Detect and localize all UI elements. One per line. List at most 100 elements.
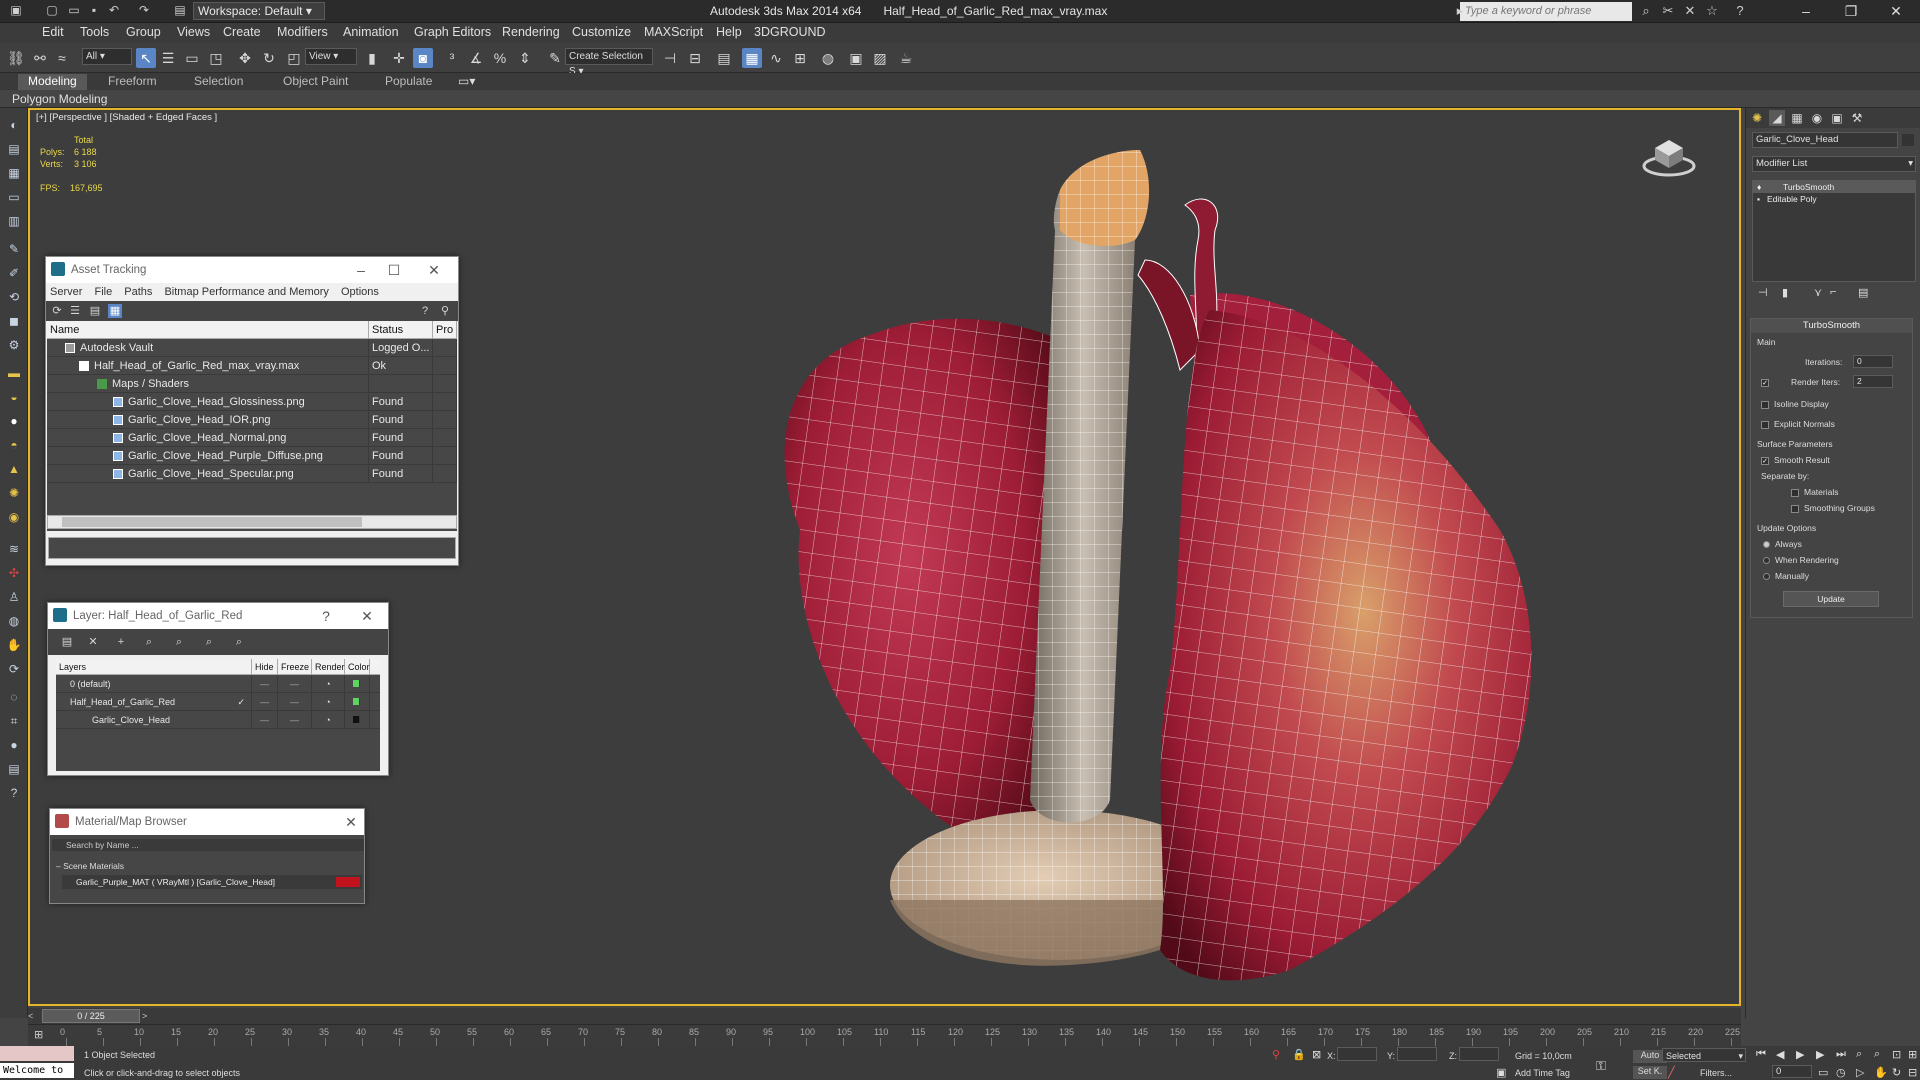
- prev-frame-icon[interactable]: ◀: [1776, 1048, 1784, 1061]
- key-mode-icon[interactable]: ⚿: [1596, 1058, 1606, 1074]
- highlight-layer-icon[interactable]: ⌕: [172, 635, 186, 649]
- hide-toggle[interactable]: —: [252, 675, 278, 692]
- search-arrow-icon[interactable]: ▸: [1452, 3, 1468, 19]
- selection-filter-dropdown[interactable]: All ▾: [82, 48, 132, 65]
- tab-modeling[interactable]: Modeling: [18, 74, 87, 90]
- cone-icon[interactable]: ▲: [5, 460, 23, 478]
- lightbulb-icon[interactable]: ♦: [1757, 181, 1761, 193]
- hide-all-icon[interactable]: ⌕: [202, 635, 216, 649]
- mirror-icon[interactable]: ⊣: [660, 48, 680, 68]
- zoom-icon[interactable]: ⌕: [1856, 1048, 1862, 1061]
- new-file-icon[interactable]: ▢: [44, 3, 60, 18]
- menu-3dground[interactable]: 3DGROUND: [754, 25, 826, 39]
- field-of-view-icon[interactable]: ▷: [1856, 1066, 1864, 1079]
- reference-coordinate-dropdown[interactable]: View ▾: [305, 48, 357, 65]
- table-row[interactable]: Garlic_Clove_Head_Glossiness.png Found: [47, 393, 457, 411]
- scene-materials-group[interactable]: – Scene Materials: [56, 861, 124, 871]
- explicit-normals-checkbox[interactable]: [1761, 420, 1769, 429]
- track-bar[interactable]: ⊞ 0 5 10 15 20 25 30 35 40 45 50 55 60 65 70 75 80 85 90 95…: [28, 1024, 1741, 1046]
- maximize-button[interactable]: ❐: [1835, 0, 1867, 22]
- table-row[interactable]: Autodesk Vault Logged O...: [47, 339, 457, 357]
- wave-icon[interactable]: ≋: [5, 540, 23, 558]
- key-filters-button[interactable]: Filters...: [1700, 1068, 1732, 1078]
- pin-icon[interactable]: ⚲: [438, 304, 452, 318]
- pin-stack-icon[interactable]: ⊣: [1758, 286, 1768, 299]
- freeze-all-icon[interactable]: ⌕: [232, 635, 246, 649]
- layer-color-swatch[interactable]: [345, 711, 370, 728]
- rotate-icon[interactable]: ↻: [259, 48, 279, 68]
- col-name[interactable]: Name: [47, 321, 369, 338]
- select-manipulate-icon[interactable]: ✛: [389, 48, 409, 68]
- redo-icon[interactable]: ↷: [136, 3, 152, 18]
- tab-object-paint[interactable]: Object Paint: [283, 74, 348, 88]
- particle-icon[interactable]: ✣: [5, 564, 23, 582]
- smooth-result-checkbox[interactable]: ✓: [1761, 456, 1769, 465]
- project-folder-icon[interactable]: ▤: [172, 3, 188, 18]
- tab-freeform[interactable]: Freeform: [108, 74, 157, 88]
- table-view-icon[interactable]: ▦: [108, 304, 122, 318]
- globe-icon[interactable]: ◍: [5, 612, 23, 630]
- curve-editor-icon[interactable]: ∿: [766, 48, 786, 68]
- update-when-rendering-option[interactable]: When Rendering: [1763, 555, 1839, 565]
- render-toggle[interactable]: ◔: [312, 711, 345, 728]
- loop-icon[interactable]: ⟳: [5, 660, 23, 678]
- hide-toggle[interactable]: —: [252, 693, 278, 710]
- help-icon[interactable]: ?: [418, 304, 432, 318]
- key-filter-dropdown[interactable]: Selected ▾: [1662, 1048, 1746, 1062]
- render-iters-checkbox[interactable]: ✓: [1761, 378, 1769, 387]
- minimize-button[interactable]: –: [1790, 0, 1822, 22]
- menu-customize[interactable]: Customize: [572, 25, 631, 39]
- hierarchy-tab-icon[interactable]: ▦: [1789, 110, 1805, 126]
- set-key-icon[interactable]: ╱: [1668, 1066, 1675, 1079]
- render-toggle[interactable]: ◔: [312, 675, 345, 692]
- maximize-button[interactable]: ☐: [379, 257, 409, 283]
- menu-modifiers[interactable]: Modifiers: [277, 25, 328, 39]
- show-end-result-icon[interactable]: ▮: [1782, 286, 1788, 299]
- hand-icon[interactable]: ✋: [5, 636, 23, 654]
- help-icon[interactable]: ?: [1732, 3, 1748, 19]
- smooth-result-option[interactable]: ✓ Smooth Result: [1761, 455, 1830, 465]
- time-slider-thumb[interactable]: 0 / 225: [42, 1009, 140, 1023]
- col-status[interactable]: Status: [369, 321, 433, 338]
- create-tab-icon[interactable]: ✺: [1749, 110, 1765, 126]
- subscription-icon[interactable]: ✂: [1660, 3, 1676, 19]
- col-freeze[interactable]: Freeze: [278, 659, 312, 674]
- sphere2-icon[interactable]: ◌: [5, 688, 23, 706]
- isoline-checkbox[interactable]: [1761, 400, 1769, 409]
- col-color[interactable]: Color: [345, 659, 370, 674]
- zoom-all-icon[interactable]: ⌕: [1874, 1048, 1880, 1061]
- torus-icon[interactable]: ◓: [5, 436, 23, 454]
- x-coordinate-field[interactable]: [1337, 1047, 1377, 1061]
- undo-icon[interactable]: ↶: [106, 3, 122, 18]
- update-always-option[interactable]: Always: [1763, 539, 1802, 549]
- percent-snap-icon[interactable]: %: [490, 48, 510, 68]
- layer-color-swatch[interactable]: [345, 693, 370, 710]
- hide-toggle[interactable]: —: [252, 711, 278, 728]
- maxscript-mini-listener[interactable]: [0, 1046, 74, 1061]
- edit-named-selection-icon[interactable]: ✎: [545, 48, 565, 68]
- communication-icon[interactable]: ✕: [1682, 3, 1698, 19]
- ribbon-options-icon[interactable]: ▭▾: [458, 74, 475, 88]
- sculpt-icon[interactable]: ✐: [5, 264, 23, 282]
- menu-paths[interactable]: Paths: [124, 286, 152, 298]
- layer-dialog-titlebar[interactable]: Layer: Half_Head_of_Garlic_Red ? ✕: [48, 603, 388, 629]
- maxscript-listener[interactable]: Welcome to: [0, 1063, 74, 1078]
- table-row[interactable]: Half_Head_of_Garlic_Red_max_vray.max Ok: [47, 357, 457, 375]
- time-tag-icon[interactable]: ▣: [1496, 1066, 1506, 1079]
- isoline-display-option[interactable]: Isoline Display: [1761, 399, 1829, 409]
- key-mode-toggle-icon[interactable]: ▭: [1818, 1066, 1828, 1079]
- make-unique-icon[interactable]: ⋎: [1814, 286, 1822, 299]
- set-key-button[interactable]: Set K.: [1633, 1066, 1667, 1079]
- material-editor-icon[interactable]: ◍: [818, 48, 838, 68]
- layer-row[interactable]: Half_Head_of_Garlic_Red ✓ — — ◔: [56, 693, 380, 711]
- dot-icon[interactable]: ●: [5, 736, 23, 754]
- menu-bitmap-performance[interactable]: Bitmap Performance and Memory: [164, 286, 328, 298]
- menu-graph-editors[interactable]: Graph Editors: [414, 25, 491, 39]
- layer-color-swatch[interactable]: [345, 675, 370, 692]
- snaps-toggle-icon[interactable]: ³: [442, 48, 462, 68]
- col-layers[interactable]: Layers: [56, 659, 252, 674]
- table-row[interactable]: Garlic_Clove_Head_Purple_Diffuse.png Fou…: [47, 447, 457, 465]
- select-by-name-icon[interactable]: ☰: [158, 48, 178, 68]
- render-setup-icon[interactable]: ▣: [846, 48, 866, 68]
- delete-layer-icon[interactable]: ✕: [86, 635, 100, 649]
